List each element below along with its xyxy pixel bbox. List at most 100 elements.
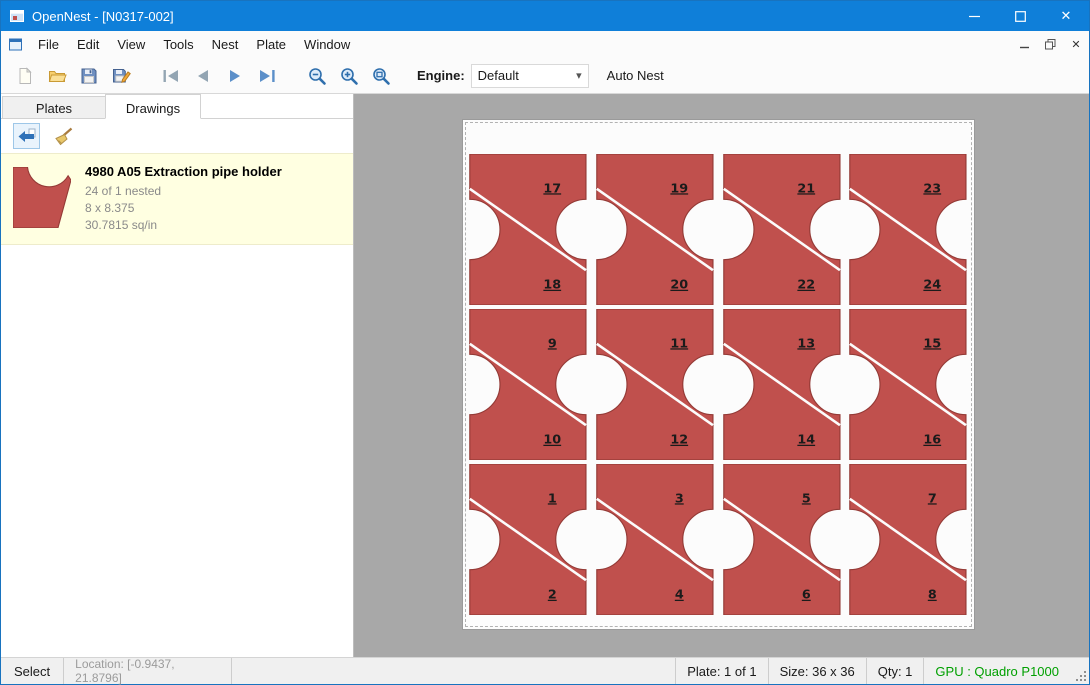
part-number: 12 — [670, 433, 688, 448]
save-as-button[interactable] — [105, 61, 137, 91]
open-button[interactable] — [41, 61, 73, 91]
nest-pair[interactable]: 56 — [720, 464, 844, 615]
status-location: Location: [-0.9437, 21.8796] — [64, 658, 232, 684]
nav-prev-button[interactable] — [187, 61, 219, 91]
zoom-in-icon — [339, 66, 359, 86]
part-number: 7 — [928, 491, 937, 506]
window-controls: ✕ — [951, 1, 1089, 31]
part-number: 17 — [543, 181, 561, 196]
titlebar[interactable]: OpenNest - [N0317-002] ✕ — [1, 1, 1089, 31]
plate: 171819202122232491011121314151612345678 — [462, 119, 975, 630]
nest-pair[interactable]: 21 22 — [720, 154, 844, 305]
window-title: OpenNest - [N0317-002] — [32, 9, 174, 24]
return-part-icon — [16, 127, 37, 145]
tab-drawings[interactable]: Drawings — [105, 94, 201, 119]
nest-pair[interactable]: 2324 — [846, 154, 970, 305]
drawing-list-item[interactable]: 4980 A05 Extraction pipe holder 24 of 1 … — [1, 153, 353, 245]
part-thumbnail — [13, 167, 71, 228]
part-number: 15 — [924, 336, 942, 351]
mdi-minimize-button[interactable] — [1011, 31, 1037, 58]
part-number: 11 — [670, 336, 688, 351]
part-number: 20 — [670, 278, 688, 293]
zoom-in-button[interactable] — [333, 61, 365, 91]
zoom-out-icon — [307, 66, 327, 86]
menu-edit[interactable]: Edit — [68, 32, 108, 57]
close-icon: ✕ — [1061, 8, 1072, 24]
nest-pair[interactable]: 1516 — [846, 309, 970, 460]
drawing-size: 8 x 8.375 — [85, 200, 282, 217]
nest-canvas[interactable]: 171819202122232491011121314151612345678 — [353, 94, 1089, 657]
statusbar: Select Location: [-0.9437, 21.8796] Plat… — [1, 657, 1089, 684]
nest-pair[interactable]: 34 — [593, 464, 717, 615]
auto-nest-button[interactable]: Auto Nest — [607, 68, 664, 83]
menu-plate[interactable]: Plate — [247, 32, 295, 57]
mdi-minimize-icon — [1020, 40, 1029, 49]
new-file-icon — [15, 66, 35, 86]
status-spacer — [232, 658, 675, 684]
part-number: 23 — [924, 181, 942, 196]
nav-next-button[interactable] — [219, 61, 251, 91]
minimize-icon — [969, 11, 980, 22]
nest-row: 12345678 — [466, 464, 970, 615]
drawing-meta: 4980 A05 Extraction pipe holder 24 of 1 … — [85, 164, 282, 234]
save-button[interactable] — [73, 61, 105, 91]
clear-nest-button[interactable] — [49, 123, 76, 149]
return-part-button[interactable] — [13, 123, 40, 149]
part-number: 1 — [548, 491, 557, 506]
menu-file[interactable]: File — [29, 32, 68, 57]
status-plate: Plate: 1 of 1 — [675, 658, 767, 684]
minimize-button[interactable] — [951, 1, 997, 31]
close-button[interactable]: ✕ — [1043, 1, 1089, 31]
broom-icon — [52, 126, 74, 146]
status-qty: Qty: 1 — [866, 658, 924, 684]
nest-pair[interactable]: 11 12 — [593, 309, 717, 460]
nest-area: 171819202122232491011121314151612345678 — [466, 154, 970, 621]
tab-plates[interactable]: Plates — [2, 96, 106, 118]
next-plate-icon — [225, 67, 245, 85]
drawing-title: 4980 A05 Extraction pipe holder — [85, 164, 282, 179]
mdi-close-button[interactable]: ✕ — [1063, 31, 1089, 58]
save-as-icon — [111, 66, 131, 86]
maximize-icon — [1015, 11, 1026, 22]
drawings-panel: Plates Drawings 4980 A05 Extraction pipe… — [1, 94, 353, 657]
chevron-down-icon: ▾ — [576, 69, 582, 82]
nest-pair[interactable]: 12 — [466, 464, 590, 615]
status-mode: Select — [1, 658, 64, 684]
nest-pair[interactable]: 910 — [466, 309, 590, 460]
part-number: 16 — [924, 433, 942, 448]
zoom-out-button[interactable] — [301, 61, 333, 91]
status-gpu: GPU : Quadro P1000 — [923, 658, 1073, 684]
part-number: 19 — [670, 181, 688, 196]
menu-view[interactable]: View — [108, 32, 154, 57]
engine-select[interactable]: Default ▾ — [471, 64, 589, 88]
part-number: 9 — [548, 336, 557, 351]
nest-pair[interactable]: 78 — [846, 464, 970, 615]
menu-nest[interactable]: Nest — [203, 32, 248, 57]
nest-pair[interactable]: 1314 — [720, 309, 844, 460]
zoom-fit-icon — [371, 66, 391, 86]
part-number: 22 — [797, 278, 815, 293]
part-number: 18 — [543, 278, 561, 293]
part-number: 21 — [797, 181, 815, 196]
resize-grip[interactable] — [1073, 658, 1089, 684]
nav-first-button[interactable] — [155, 61, 187, 91]
status-size: Size: 36 x 36 — [768, 658, 866, 684]
last-plate-icon — [257, 67, 277, 85]
nav-last-button[interactable] — [251, 61, 283, 91]
mdi-window-controls: ✕ — [1011, 31, 1089, 58]
part-number: 5 — [801, 491, 810, 506]
menu-tools[interactable]: Tools — [154, 32, 202, 57]
nest-pair[interactable]: 1718 — [466, 154, 590, 305]
nest-pair[interactable]: 1920 — [593, 154, 717, 305]
part-number: 2 — [548, 588, 557, 603]
part-number: 4 — [675, 588, 684, 603]
menu-window[interactable]: Window — [295, 32, 359, 57]
app-window: OpenNest - [N0317-002] ✕ File Edit View … — [0, 0, 1090, 685]
new-button[interactable] — [9, 61, 41, 91]
zoom-fit-button[interactable] — [365, 61, 397, 91]
main-content: Plates Drawings 4980 A05 Extraction pipe… — [1, 94, 1089, 657]
drawing-nested-count: 24 of 1 nested — [85, 183, 282, 200]
mdi-restore-button[interactable] — [1037, 31, 1063, 58]
drawing-area: 30.7815 sq/in — [85, 217, 282, 234]
maximize-button[interactable] — [997, 1, 1043, 31]
